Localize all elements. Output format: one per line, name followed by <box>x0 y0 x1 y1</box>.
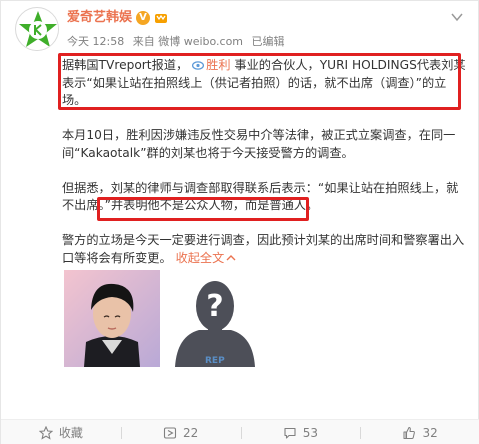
image-watermark: REP <box>205 356 225 366</box>
star-icon <box>38 425 53 440</box>
verified-v-icon[interactable]: V <box>136 11 151 25</box>
thumbs-up-icon <box>403 426 416 439</box>
highlight-box-2 <box>97 197 309 221</box>
post-source[interactable]: 来自 微博 weibo.com <box>133 35 243 48</box>
repost-count: 22 <box>182 425 199 440</box>
chevron-down-icon[interactable] <box>450 10 464 24</box>
comment-icon <box>284 427 296 439</box>
post-actions-bar: 收藏 22 53 32 <box>1 419 479 444</box>
paragraph-4: 警方的立场是今天一定要进行调查，因此预计刘某的出席时间和警察署出入口等将会有所变… <box>62 232 466 267</box>
collect-button[interactable]: 收藏 <box>1 420 121 444</box>
paragraph-4-text: 警方的立场是今天一定要进行调查，因此预计刘某的出席时间和警察署出入口等将会有所变… <box>62 233 465 265</box>
edited-label[interactable]: 已编辑 <box>252 35 285 48</box>
portrait-image <box>64 270 160 367</box>
post-time[interactable]: 今天 12:58 <box>67 35 124 48</box>
post-image-silhouette[interactable]: ? <box>167 270 263 367</box>
iqiyi-korea-logo <box>17 9 58 50</box>
author-name[interactable]: 爱奇艺韩娱 <box>67 9 132 27</box>
repost-icon <box>163 426 177 439</box>
avatar[interactable] <box>15 7 59 51</box>
comment-button[interactable]: 53 <box>240 420 361 444</box>
chevron-up-icon <box>226 254 236 260</box>
author-row: 爱奇艺韩娱 V <box>67 9 168 27</box>
comment-count: 53 <box>302 425 319 440</box>
like-button[interactable]: 32 <box>360 420 479 444</box>
post-meta: 今天 12:58 来自 微博 weibo.com 已编辑 <box>67 33 290 49</box>
like-count: 32 <box>422 425 438 440</box>
highlight-box-1 <box>58 53 461 110</box>
collapse-label: 收起全文 <box>175 250 225 265</box>
paragraph-2: 本月10日，胜利因涉嫌违反性交易中介等法律，被正式立案调查，在同一间“Kakao… <box>62 128 456 160</box>
post-image-portrait[interactable] <box>64 270 160 367</box>
silhouette-image: ? <box>167 270 263 367</box>
question-mark-icon: ? <box>206 289 223 324</box>
collapse-link[interactable]: 收起全文 <box>176 251 237 265</box>
weibo-post-card: 爱奇艺韩娱 V 今天 12:58 来自 微博 weibo.com 已编辑 据韩国… <box>0 0 479 444</box>
repost-button[interactable]: 22 <box>120 420 241 444</box>
member-icon[interactable] <box>154 11 168 25</box>
collect-label: 收藏 <box>58 426 83 440</box>
